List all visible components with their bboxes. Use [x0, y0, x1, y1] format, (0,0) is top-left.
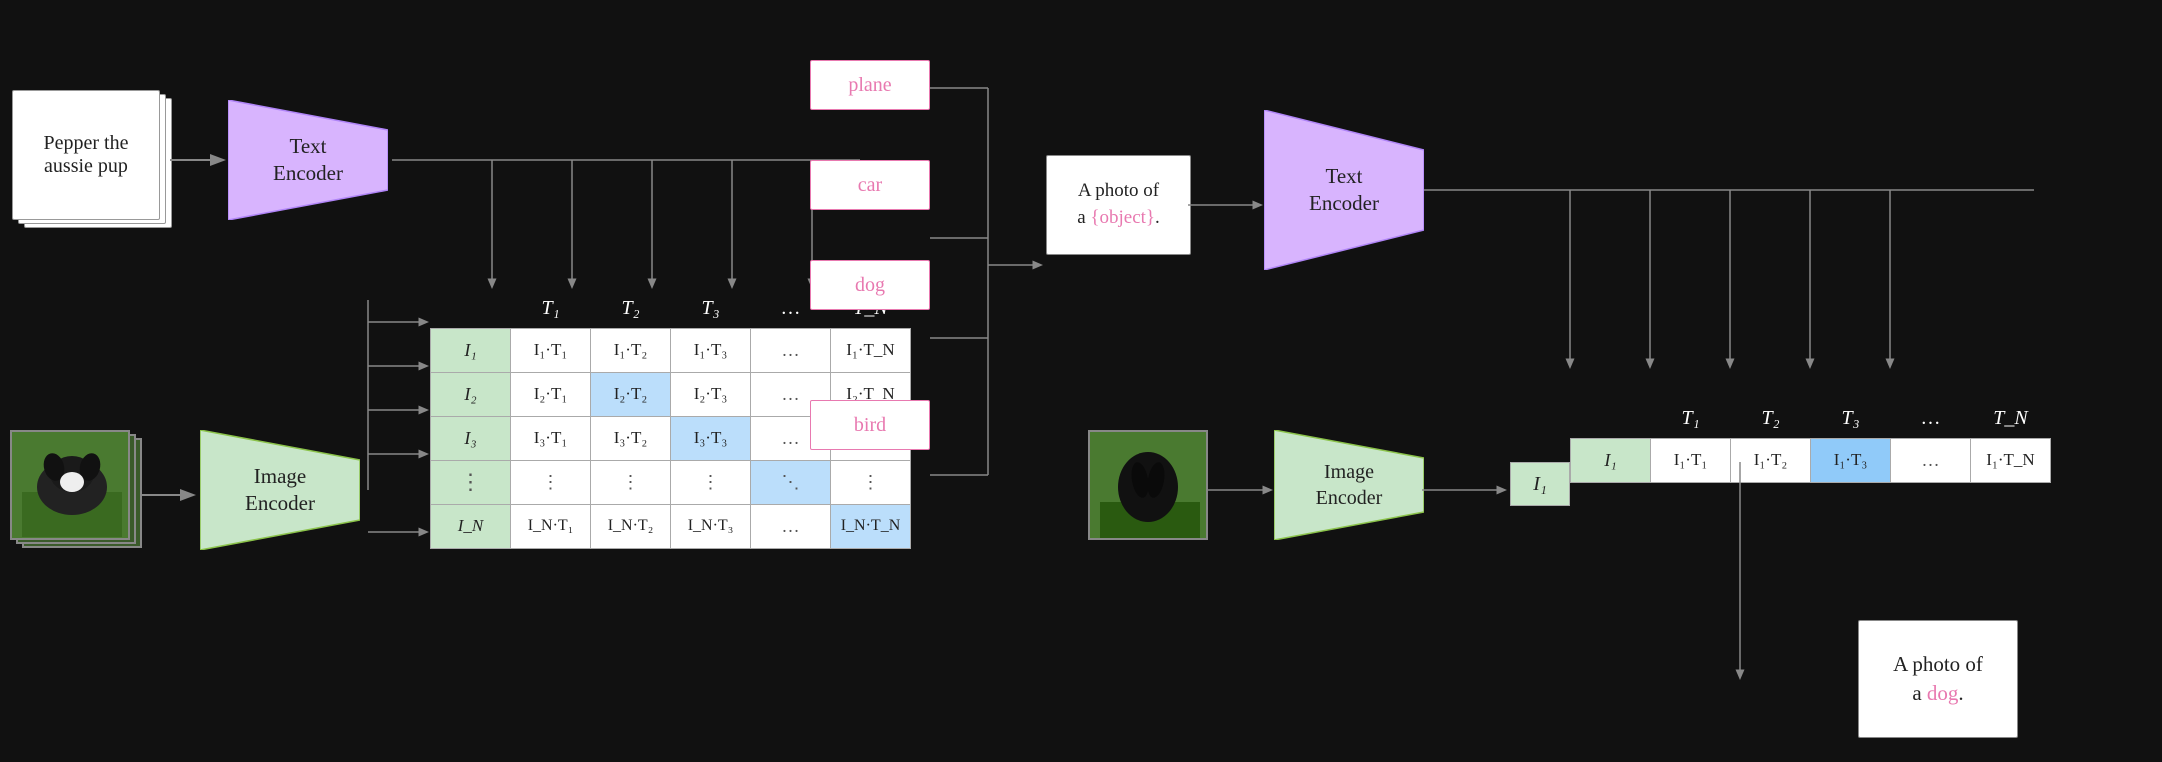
text-encoder-right-label: Text Encoder — [1309, 163, 1379, 218]
class-plane: plane — [810, 60, 930, 110]
arrow-single-dog-to-encoder — [1208, 480, 1278, 500]
class-car: car — [810, 160, 930, 210]
col-header-t3: T₃ — [671, 290, 751, 328]
diagram: Pepper the aussie pup Text Encoder — [0, 0, 2162, 762]
text-encoder-left: Text Encoder — [228, 100, 388, 220]
arrow-text-to-encoder — [170, 150, 230, 170]
photo-template-box: A photo ofa {object}. — [1046, 155, 1191, 255]
result-box: A photo ofa dog. — [1858, 620, 2018, 738]
text-encoder-left-label: Text Encoder — [273, 133, 343, 188]
text-encoder-right: Text Encoder — [1264, 110, 1424, 270]
col-header-t2: T₂ — [591, 290, 671, 328]
image-encoder-left-label: Image Encoder — [245, 463, 315, 518]
arrow-dog-to-encoder — [140, 485, 200, 505]
small-col-t3: T₃ — [1811, 400, 1891, 438]
small-col-dots: … — [1891, 400, 1971, 438]
col-header-t1: T₁ — [511, 290, 591, 328]
image-encoder-right-label: Image Encoder — [1316, 459, 1383, 511]
single-dog-image — [1088, 430, 1208, 540]
i1-label: I₁ — [1510, 462, 1570, 506]
small-col-tn: T_N — [1971, 400, 2051, 438]
class-dog: dog — [810, 260, 930, 310]
image-encoder-left: Image Encoder — [200, 430, 360, 550]
arrow-encoder-to-i1 — [1422, 480, 1512, 500]
arrows-classes-to-template — [928, 50, 1048, 480]
class-bird: bird — [810, 400, 930, 450]
text-input-label: Pepper the aussie pup — [44, 132, 129, 178]
arrow-matrix-to-result — [1730, 462, 1750, 682]
small-col-t2: T₂ — [1731, 400, 1811, 438]
arrow-template-to-encoder — [1188, 195, 1268, 215]
small-col-t1: T₁ — [1651, 400, 1731, 438]
image-encoder-right: Image Encoder — [1274, 430, 1424, 540]
small-matrix: T₁ T₂ T₃ … T_N I₁ I₁·T₁ I₁·T₂ I₁·T₃ … I₁… — [1570, 400, 2051, 483]
arrows-image-to-matrix — [358, 300, 438, 600]
